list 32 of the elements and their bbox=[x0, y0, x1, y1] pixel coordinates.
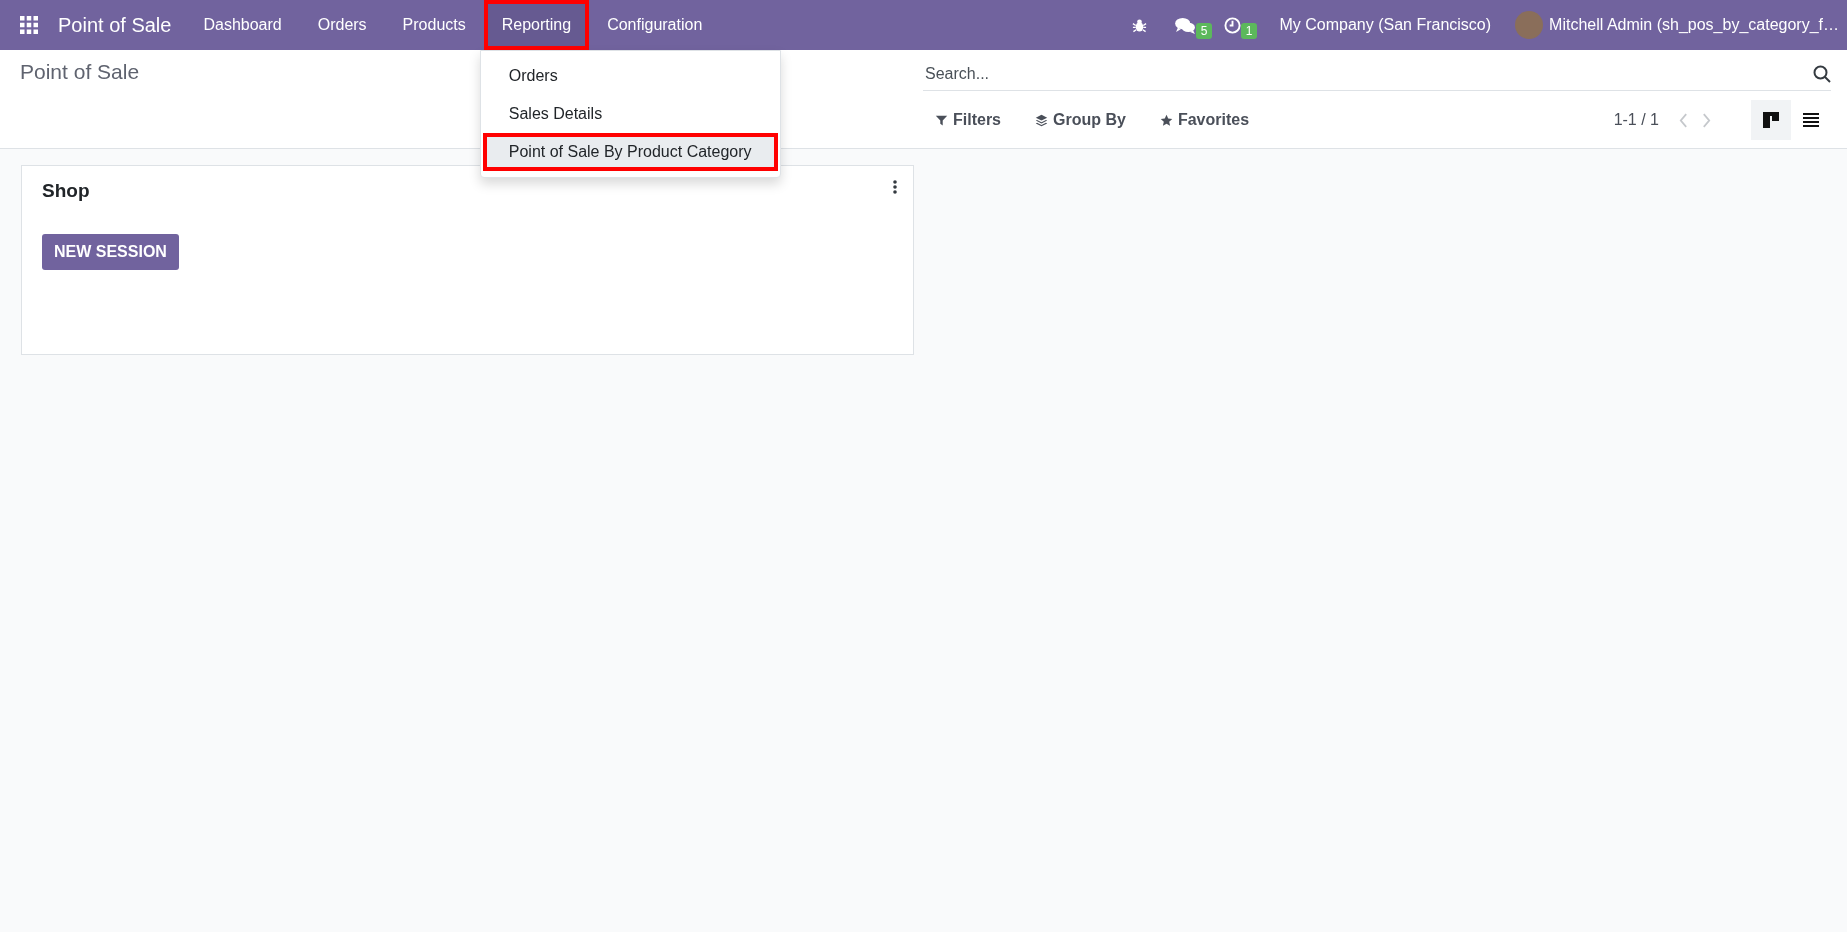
kanban-view-button[interactable] bbox=[1751, 100, 1791, 140]
page-title: Point of Sale bbox=[20, 60, 140, 83]
clock-icon[interactable] bbox=[1224, 16, 1242, 34]
chat-icon[interactable] bbox=[1175, 16, 1197, 34]
menu-item[interactable]: Reporting bbox=[483, 0, 590, 50]
bug-icon[interactable] bbox=[1132, 17, 1148, 33]
menu-item[interactable]: Products bbox=[384, 0, 484, 50]
company-switcher[interactable]: My Company (San Francisco) bbox=[1255, 16, 1516, 34]
new-session-button[interactable]: NEW SESSION bbox=[42, 234, 179, 270]
dropdown-item[interactable]: Sales Details bbox=[482, 95, 778, 133]
menu-item[interactable]: Dashboard bbox=[185, 0, 300, 50]
app-name[interactable]: Point of Sale bbox=[58, 13, 172, 37]
list-icon bbox=[1803, 112, 1819, 128]
pager-value: 1-1 / 1 bbox=[1613, 111, 1659, 129]
card-title: Shop bbox=[42, 180, 90, 202]
user-menu[interactable]: Mitchell Admin (sh_pos_by_category_f… bbox=[1549, 16, 1839, 34]
star-icon bbox=[1159, 113, 1173, 127]
filter-icon bbox=[935, 113, 948, 127]
menu-item[interactable]: Configuration bbox=[589, 0, 721, 50]
apps-menu-icon[interactable] bbox=[20, 16, 38, 34]
dropdown-item[interactable]: Orders bbox=[482, 57, 778, 95]
dropdown-item[interactable]: Point of Sale By Product Category bbox=[482, 133, 778, 171]
activity-count-badge: 1 bbox=[1240, 22, 1258, 39]
search-icon[interactable] bbox=[1813, 65, 1831, 83]
menu-item[interactable]: Orders bbox=[299, 0, 385, 50]
favorites-button[interactable]: Favorites bbox=[1147, 111, 1250, 129]
more-options-icon[interactable] bbox=[893, 180, 897, 194]
layers-icon bbox=[1035, 113, 1048, 127]
filters-button[interactable]: Filters bbox=[923, 111, 1001, 129]
group-by-button[interactable]: Group By bbox=[1023, 111, 1126, 129]
kanban-icon bbox=[1763, 112, 1779, 128]
message-count-badge: 5 bbox=[1195, 22, 1213, 39]
